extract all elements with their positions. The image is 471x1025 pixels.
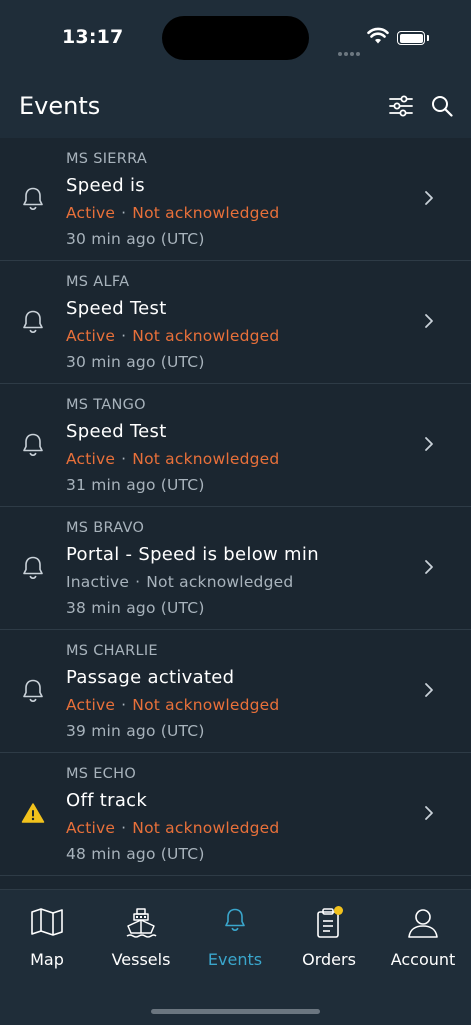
event-ack: Not acknowledged [132, 819, 280, 837]
search-icon[interactable] [431, 95, 453, 117]
bell-icon [21, 555, 45, 579]
event-ack: Not acknowledged [146, 573, 294, 591]
person-icon [407, 907, 439, 943]
tab-orders[interactable]: Orders [282, 890, 376, 980]
event-title: Speed is [66, 175, 145, 196]
event-title: Speed Test [66, 298, 167, 319]
status-separator: · [121, 450, 127, 468]
chevron-right-icon [421, 436, 437, 456]
chevron-right-icon [421, 682, 437, 702]
event-status: Inactive · Not acknowledged [66, 573, 293, 591]
event-ack: Not acknowledged [132, 204, 280, 222]
bell-icon [21, 432, 45, 456]
event-row[interactable]: MS ECHO Off track Active · Not acknowledged 4… [0, 753, 471, 876]
status-separator: · [121, 819, 127, 837]
tab-bar: Map Vessels Events Orders Account [0, 889, 471, 1025]
dynamic-island [162, 16, 309, 60]
warning-icon [21, 801, 45, 825]
event-row[interactable]: MS TANGO Speed Test Active · Not acknowledge… [0, 384, 471, 507]
tab-events[interactable]: Events [188, 890, 282, 980]
wifi-icon [367, 27, 389, 44]
event-row[interactable]: MS SIERRA Speed is Active · Not acknowledged… [0, 138, 471, 261]
event-state: Active [66, 327, 116, 345]
notification-badge [334, 906, 343, 915]
event-vessel: MS CHARLIE [66, 643, 158, 659]
event-vessel: MS ALFA [66, 274, 130, 290]
event-state: Active [66, 696, 116, 714]
event-status: Active · Not acknowledged [66, 696, 279, 714]
event-ack: Not acknowledged [132, 696, 280, 714]
event-vessel: MS BRAVO [66, 520, 145, 536]
filter-icon[interactable] [389, 95, 413, 117]
tab-label: Orders [302, 950, 356, 969]
ship-icon [125, 907, 157, 943]
event-time: 30 min ago (UTC) [66, 353, 205, 371]
event-title: Passage activated [66, 667, 235, 688]
event-row[interactable]: MS BRAVO Portal - Speed is below min Inact… [0, 507, 471, 630]
chevron-right-icon [421, 190, 437, 210]
event-title: Off track [66, 790, 148, 811]
event-state: Active [66, 450, 116, 468]
tab-vessels[interactable]: Vessels [94, 890, 188, 980]
event-vessel: MS TANGO [66, 397, 146, 413]
event-title: Speed Test [66, 421, 167, 442]
event-vessel: MS ECHO [66, 766, 137, 782]
signal-icon [338, 41, 362, 60]
status-separator: · [121, 696, 127, 714]
event-state: Inactive [66, 573, 130, 591]
event-time: 31 min ago (UTC) [66, 476, 205, 494]
chevron-right-icon [421, 313, 437, 333]
tab-label: Events [207, 950, 263, 969]
event-row[interactable]: MS CHARLIE Passage activated Active · Not ac… [0, 630, 471, 753]
event-time: 48 min ago (UTC) [66, 845, 205, 863]
battery-icon [397, 31, 425, 45]
event-title: Portal - Speed is below min [66, 544, 319, 565]
header-area: 13:17 Events [0, 0, 471, 138]
event-status: Active · Not acknowledged [66, 327, 279, 345]
tab-label: Map [30, 950, 64, 969]
event-ack: Not acknowledged [132, 450, 280, 468]
status-separator: · [135, 573, 141, 591]
tab-map[interactable]: Map [0, 890, 94, 980]
battery-tip [427, 35, 429, 41]
bell-icon [21, 309, 45, 333]
tab-label: Vessels [111, 950, 171, 969]
bell-icon [223, 907, 247, 937]
status-separator: · [121, 327, 127, 345]
event-status: Active · Not acknowledged [66, 450, 279, 468]
tab-label: Account [390, 950, 456, 969]
home-indicator [151, 1009, 320, 1014]
page-title: Events [19, 92, 101, 120]
event-status: Active · Not acknowledged [66, 204, 279, 222]
status-time: 13:17 [62, 26, 124, 48]
event-ack: Not acknowledged [132, 327, 280, 345]
event-status: Active · Not acknowledged [66, 819, 279, 837]
chevron-right-icon [421, 805, 437, 825]
event-list: MS SIERRA Speed is Active · Not acknowledged… [0, 138, 471, 876]
tab-account[interactable]: Account [376, 890, 470, 980]
event-time: 39 min ago (UTC) [66, 722, 205, 740]
event-time: 38 min ago (UTC) [66, 599, 205, 617]
status-separator: · [121, 204, 127, 222]
chevron-right-icon [421, 559, 437, 579]
event-vessel: MS SIERRA [66, 151, 148, 167]
event-time: 30 min ago (UTC) [66, 230, 205, 248]
status-bar: 13:17 [0, 0, 471, 78]
event-row[interactable]: MS ALFA Speed Test Active · Not acknowledged… [0, 261, 471, 384]
bell-icon [21, 186, 45, 210]
map-icon [30, 907, 64, 941]
event-state: Active [66, 819, 116, 837]
event-state: Active [66, 204, 116, 222]
bell-icon [21, 678, 45, 702]
